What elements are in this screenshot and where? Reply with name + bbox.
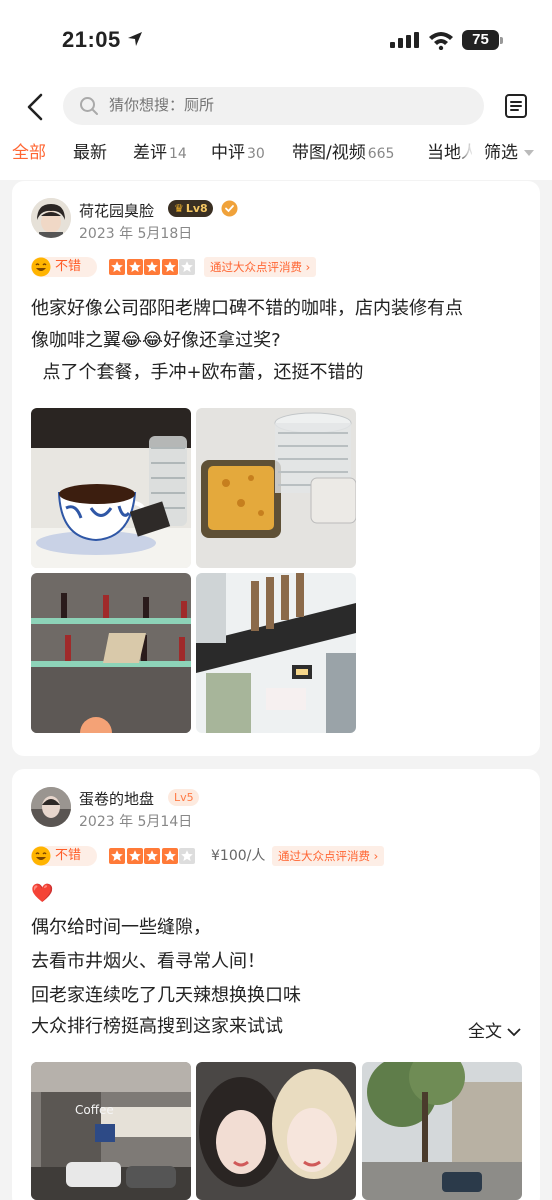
review-text-line: 点了个套餐，手冲+欧布蕾，还挺不错的 <box>31 362 364 383</box>
avatar-image <box>31 787 71 827</box>
rating-row: 不错 ¥100/人 通过大众点评消费 › <box>31 846 431 866</box>
battery-indicator: 75 <box>462 30 499 50</box>
review-photo[interactable] <box>196 1062 356 1200</box>
tab-label: 最新 <box>73 143 107 163</box>
tab-negative[interactable]: 差评 14 <box>133 138 187 168</box>
smile-face-icon <box>31 846 51 866</box>
mood-text: 不错 <box>55 848 82 863</box>
notes-icon[interactable] <box>504 93 528 119</box>
mood-text: 不错 <box>55 259 82 274</box>
star-rating <box>109 259 197 279</box>
filter-label: 筛选 <box>484 143 518 163</box>
tree-street-photo <box>362 1062 522 1200</box>
star-filled-icon <box>161 259 178 275</box>
source-tag-text: 通过大众点评消费 <box>210 260 302 274</box>
filter-tabs: 全部 最新 差评 14 中评 30 带图/视频 665 当地人 筛选 <box>0 138 552 174</box>
level-text: Lv8 <box>185 202 208 215</box>
star-filled-icon <box>126 259 143 275</box>
tab-label: 中评 <box>211 143 245 163</box>
clock: 21:05 <box>62 27 121 52</box>
level-badge: ♛ Lv8 <box>168 200 213 217</box>
avatar-image <box>31 198 71 238</box>
review-card[interactable]: 荷花园臭脸 ♛ Lv8 2023 年 5月18日 不错 通过大众点评消费 › 他家… <box>12 181 540 756</box>
review-card[interactable]: 蛋卷的地盘 Lv5 2023 年 5月14日 不错 ¥100/人 通过大众点评消… <box>12 769 540 1200</box>
photo-sign-text: Coffee <box>75 1103 114 1117</box>
coffee-cup-photo <box>31 408 191 568</box>
selfie-photo <box>196 1062 356 1200</box>
tab-latest[interactable]: 最新 <box>73 138 107 168</box>
review-text-line: 他家好像公司邵阳老牌口碑不错的咖啡，店内装修有点 <box>31 298 463 319</box>
review-text-line: 去看市井烟火、看寻常人间！ <box>31 951 265 972</box>
source-tag[interactable]: 通过大众点评消费 › <box>272 846 385 866</box>
tab-count: 665 <box>367 146 395 162</box>
shop-exterior-photo <box>196 573 356 733</box>
star-filled-icon <box>144 259 160 275</box>
price-per-person: ¥100/人 <box>211 848 266 864</box>
tab-count: 30 <box>247 146 265 162</box>
review-text-line: 像咖啡之翼😂😂好像还拿过奖? <box>31 330 281 351</box>
search-bar[interactable] <box>63 87 484 125</box>
review-text-line: 回老家连续吃了几天辣想换换口味 <box>31 985 301 1006</box>
status-bar: 21:05 75 <box>0 0 552 80</box>
header: 全部 最新 差评14 中评30 带图/视频665 当地人 筛选 <box>0 80 552 180</box>
review-photo[interactable] <box>31 573 191 733</box>
star-filled-icon <box>144 848 160 864</box>
mood-tag: 不错 <box>31 257 97 277</box>
source-tag[interactable]: 通过大众点评消费 › <box>204 257 317 277</box>
star-filled-icon <box>126 848 143 864</box>
source-tag-text: 通过大众点评消费 <box>278 849 370 863</box>
review-text-line: 大众排行榜挺高搜到这家来试试 <box>31 1016 283 1037</box>
shelf-decor-photo <box>31 573 191 733</box>
review-photo[interactable] <box>196 408 356 568</box>
avatar[interactable] <box>31 198 71 238</box>
dessert-photo <box>196 408 356 568</box>
tab-count: 14 <box>169 146 187 162</box>
review-photo[interactable] <box>196 573 356 733</box>
heart-emoji: ❤️ <box>31 883 54 904</box>
rating-row: 不错 通过大众点评消费 › <box>31 257 331 277</box>
tab-label: 带图/视频 <box>292 143 366 163</box>
tab-all[interactable]: 全部 <box>12 138 46 168</box>
smile-face-icon <box>31 257 51 277</box>
expand-label: 全文 <box>468 1022 502 1042</box>
expand-full-text-button[interactable]: 全文 <box>468 1017 522 1042</box>
review-photo[interactable] <box>362 1062 522 1200</box>
star-rating <box>109 848 197 868</box>
back-arrow-icon[interactable] <box>22 92 52 122</box>
tab-neutral[interactable]: 中评 30 <box>211 138 265 168</box>
username[interactable]: 蛋卷的地盘 <box>79 788 154 809</box>
wifi-icon <box>429 32 453 50</box>
level-badge: Lv5 <box>168 789 199 806</box>
mood-tag: 不错 <box>31 846 97 866</box>
street-photo: Coffee <box>31 1062 191 1200</box>
verified-icon <box>221 200 238 217</box>
star-filled-icon <box>109 259 125 275</box>
tab-with-media[interactable]: 带图/视频 665 <box>292 138 394 168</box>
dropdown-triangle-icon <box>524 150 534 156</box>
signal-icon <box>390 32 419 48</box>
star-empty-icon <box>179 259 195 275</box>
review-photo[interactable]: Coffee <box>31 1062 191 1200</box>
chevron-down-icon <box>507 1028 522 1037</box>
review-date: 2023 年 5月18日 <box>79 226 193 242</box>
star-filled-icon <box>109 848 125 864</box>
review-text-line: 偶尔给时间一些缝隙， <box>31 917 211 938</box>
star-filled-icon <box>161 848 178 864</box>
tab-label: 差评 <box>133 143 167 163</box>
tab-locals[interactable]: 当地人 <box>427 138 478 168</box>
search-icon <box>80 97 98 115</box>
username[interactable]: 荷花园臭脸 <box>79 200 154 221</box>
tab-label: 当地人 <box>427 143 478 163</box>
star-empty-icon <box>179 848 195 864</box>
tab-label: 全部 <box>12 143 46 163</box>
avatar[interactable] <box>31 787 71 827</box>
crown-icon: ♛ <box>174 202 184 215</box>
battery-tip <box>500 37 503 44</box>
filter-button[interactable]: 筛选 <box>472 138 552 168</box>
review-photo[interactable] <box>31 408 191 568</box>
search-input[interactable] <box>109 87 469 125</box>
location-arrow-icon <box>128 32 142 46</box>
review-date: 2023 年 5月14日 <box>79 814 193 830</box>
